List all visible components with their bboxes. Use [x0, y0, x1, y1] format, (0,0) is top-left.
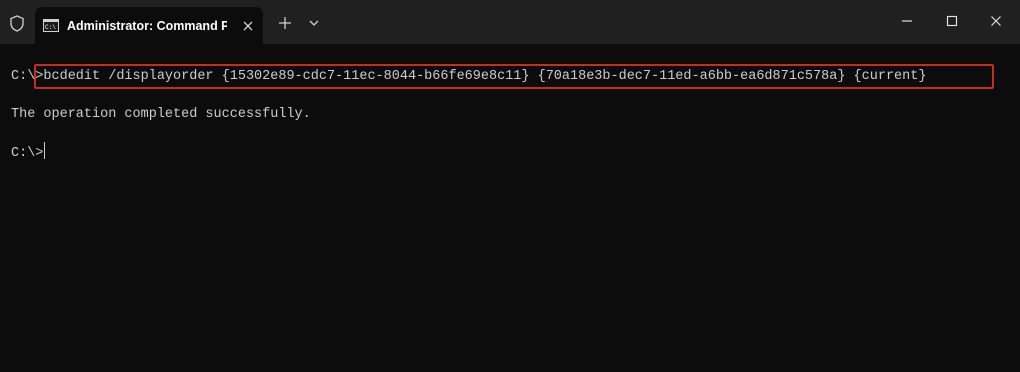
close-window-icon[interactable] [974, 8, 1018, 34]
minimize-icon[interactable] [885, 8, 929, 34]
title-bar: C:\ Administrator: Command Pro [0, 0, 1020, 44]
text-cursor [44, 142, 46, 159]
current-prompt-line[interactable]: C:\> [11, 142, 46, 161]
close-icon[interactable] [240, 18, 256, 34]
command-prompt-icon: C:\ [43, 19, 59, 32]
svg-text:C:\: C:\ [45, 24, 56, 31]
command-text: bcdedit /displayorder {15302e89-cdc7-11e… [43, 69, 927, 84]
tab-title: Administrator: Command Pro [67, 19, 227, 33]
prompt: C:\> [11, 69, 44, 84]
terminal-window: C:\ Administrator: Command Pro C:\>bcded… [0, 0, 1020, 372]
output-line: The operation completed successfully. [11, 107, 311, 122]
prompt: C:\> [11, 146, 44, 161]
tab-administrator-command-prompt[interactable]: C:\ Administrator: Command Pro [35, 7, 263, 44]
command-line: C:\>bcdedit /displayorder {15302e89-cdc7… [11, 68, 926, 86]
terminal-output[interactable]: C:\>bcdedit /displayorder {15302e89-cdc7… [0, 44, 1020, 372]
chevron-down-icon[interactable] [306, 15, 322, 31]
shield-icon [10, 15, 24, 32]
maximize-icon[interactable] [930, 8, 974, 34]
plus-icon[interactable] [276, 14, 294, 32]
